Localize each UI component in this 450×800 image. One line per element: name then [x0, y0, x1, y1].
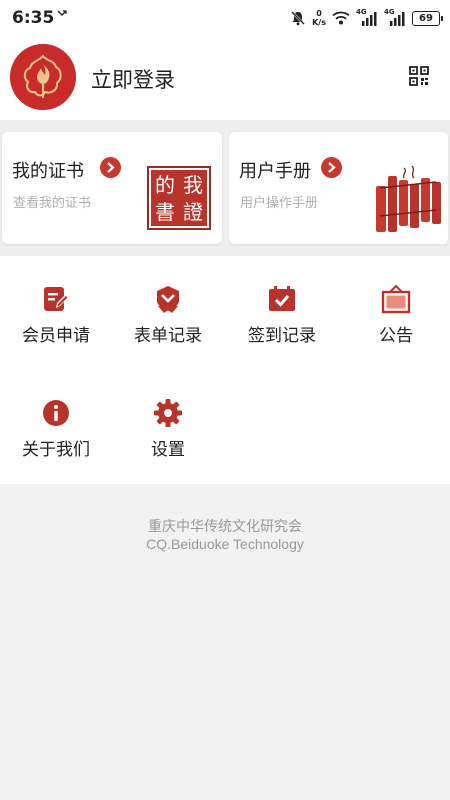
- status-bar: 6:35 0 K/s 4G 4G 69: [0, 0, 450, 36]
- feature-cards: 我的证书 查看我的证书 的 我 書 證 用户手册 用户操作手册: [0, 120, 450, 256]
- logo-icon: [10, 44, 76, 110]
- ribbon-badge-icon: [157, 286, 179, 313]
- grid-item-checkin-records[interactable]: 签到记录: [226, 256, 338, 356]
- info-icon: [43, 400, 69, 426]
- status-time: 6:35: [12, 8, 55, 28]
- grid-label: 公告: [379, 326, 413, 346]
- network-speed: 0 K/s: [312, 9, 326, 27]
- grid-item-member-apply[interactable]: 会员申请: [0, 256, 112, 356]
- chevron-right-icon: [321, 157, 342, 178]
- grid-item-about-us[interactable]: 关于我们: [0, 370, 112, 470]
- login-link[interactable]: 立即登录: [91, 64, 175, 94]
- card-subtitle: 用户操作手册: [240, 196, 319, 211]
- signal-sim2: 4G: [384, 8, 406, 26]
- card-title: 我的证书: [12, 161, 84, 182]
- org-name: 重庆中华传统文化研究会: [148, 519, 302, 535]
- grid-item-announcement[interactable]: 公告: [340, 256, 450, 356]
- chevron-right-icon: [100, 157, 121, 178]
- avatar[interactable]: [10, 44, 76, 110]
- company-name: CQ.Beiduoke Technology: [146, 536, 304, 552]
- grid-label: 会员申请: [22, 326, 90, 346]
- signal-bars-icon: [390, 12, 405, 26]
- missed-call-icon: [57, 10, 67, 16]
- card-title: 用户手册: [239, 161, 311, 182]
- wifi-icon: [332, 11, 350, 25]
- user-header: 立即登录: [0, 36, 450, 120]
- edit-document-icon: [44, 287, 69, 311]
- grid-label: 设置: [151, 440, 185, 460]
- gear-icon: [154, 399, 182, 427]
- status-indicators: 0 K/s 4G 4G 69: [290, 8, 443, 28]
- grid-label: 表单记录: [134, 326, 202, 346]
- calendar-check-icon: [269, 286, 295, 311]
- my-certificate-card[interactable]: 我的证书 查看我的证书 的 我 書 證: [2, 132, 222, 244]
- card-subtitle: 查看我的证书: [13, 196, 92, 211]
- user-manual-card[interactable]: 用户手册 用户操作手册: [229, 132, 448, 244]
- mute-bell-icon: [291, 11, 305, 26]
- battery-indicator: 69: [412, 10, 443, 26]
- feature-grid: 会员申请 表单记录 签到记录 公告 关于我们 设置: [0, 256, 450, 484]
- grid-item-form-records[interactable]: 表单记录: [112, 256, 224, 356]
- bamboo-scroll-icon: [376, 165, 441, 232]
- grid-item-settings[interactable]: 设置: [112, 370, 224, 470]
- signal-bars-icon: [362, 12, 377, 26]
- signal-sim1: 4G: [356, 8, 378, 26]
- grid-label: 签到记录: [248, 326, 316, 346]
- certificate-seal-icon: 的 我 書 證: [147, 166, 211, 230]
- footer: 重庆中华传统文化研究会 CQ.Beiduoke Technology: [0, 484, 450, 800]
- grid-label: 关于我们: [22, 440, 90, 460]
- notice-board-icon: [381, 284, 411, 314]
- qr-code-icon[interactable]: [409, 66, 429, 86]
